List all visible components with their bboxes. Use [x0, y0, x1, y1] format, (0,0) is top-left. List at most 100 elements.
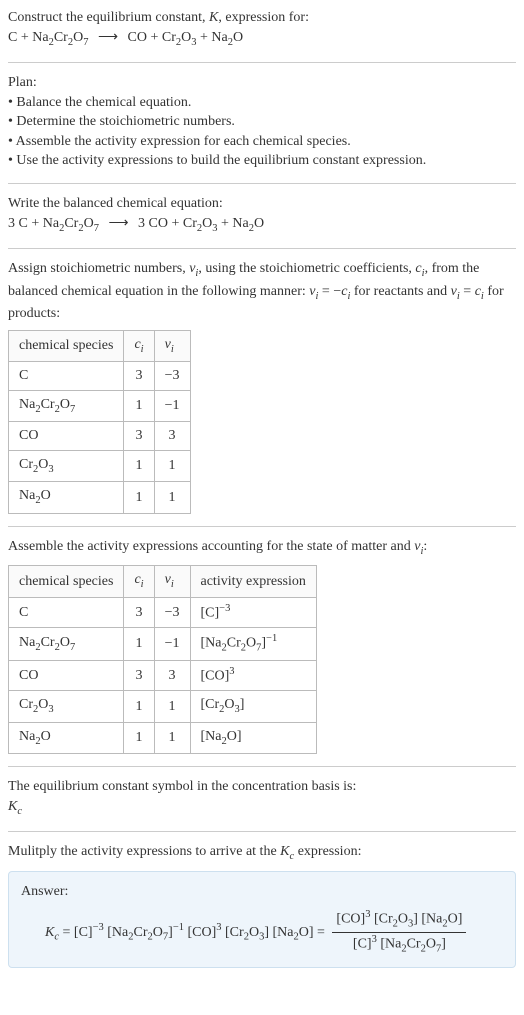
- t: O: [60, 635, 70, 650]
- intro-line: Construct the equilibrium constant, K, e…: [8, 8, 516, 28]
- cell-nui: 3: [154, 422, 190, 451]
- plan-bullet-4: • Use the activity expressions to build …: [8, 151, 516, 171]
- fraction: [CO]3 [Cr2O3] [Na2O] [C]3 [Na2Cr2O7]: [332, 908, 466, 957]
- cell-ci: 1: [124, 722, 154, 753]
- activity-section: Assemble the activity expressions accoun…: [8, 537, 516, 755]
- bal-lhs-a: 3 C + Na: [8, 216, 59, 231]
- arrow-icon: ⟶: [108, 216, 128, 231]
- cell-species: Na2Cr2O7: [9, 628, 124, 661]
- t: [C]: [74, 924, 93, 939]
- cell-species: Na2Cr2O7: [9, 390, 124, 421]
- stoich-p-a: Assign stoichiometric numbers,: [8, 261, 189, 276]
- cell-nui: 3: [154, 661, 190, 691]
- t: Na: [19, 729, 35, 744]
- sub-i: i: [141, 579, 144, 590]
- cell-ci: 3: [124, 362, 154, 391]
- t: O: [426, 936, 436, 951]
- kc-symbol-para: The equilibrium constant symbol in the c…: [8, 777, 516, 797]
- t: O: [246, 636, 256, 651]
- table-row: CO 3 3 [CO]3: [9, 661, 317, 691]
- fraction-numerator: [CO]3 [Cr2O3] [Na2O]: [332, 908, 466, 933]
- t: Cr: [41, 397, 55, 412]
- plan-bullet-3: • Assemble the activity expression for e…: [8, 132, 516, 152]
- eq-rhs-b: O: [181, 30, 191, 45]
- th-species: chemical species: [9, 330, 124, 361]
- t: [Cr: [370, 911, 392, 926]
- t: Cr: [227, 636, 241, 651]
- t: Cr: [19, 457, 33, 472]
- intro-section: Construct the equilibrium constant, K, e…: [8, 8, 516, 50]
- table-header-row: chemical species ci νi: [9, 330, 191, 361]
- eq-rhs-d: O: [233, 30, 243, 45]
- cell-species: CO: [9, 422, 124, 451]
- t: [Na: [269, 924, 294, 939]
- answer-label: Answer:: [21, 882, 503, 902]
- th-nui: νi: [154, 566, 190, 597]
- kc-symbol-section: The equilibrium constant symbol in the c…: [8, 777, 516, 819]
- bal-rhs-a: 3 CO + Cr: [138, 216, 197, 231]
- sub-3: 3: [48, 704, 53, 715]
- t: ]: [441, 936, 446, 951]
- divider: [8, 766, 516, 767]
- balanced-title: Write the balanced chemical equation:: [8, 194, 516, 214]
- table-row: Cr2O3 1 1: [9, 450, 191, 481]
- t: [Na: [201, 636, 222, 651]
- cell-nui: −1: [154, 390, 190, 421]
- t: [CO]: [184, 924, 216, 939]
- t: ] [Na: [413, 911, 442, 926]
- t: Na: [19, 488, 35, 503]
- bal-lhs-c: O: [84, 216, 94, 231]
- t: O]: [227, 729, 242, 744]
- sub-3: 3: [48, 464, 53, 475]
- answer-equation: Kc = [C]−3 [Na2Cr2O7]−1 [CO]3 [Cr2O3] [N…: [45, 908, 503, 957]
- t: [Na: [377, 936, 402, 951]
- cell-activity: [Na2O]: [190, 722, 316, 753]
- t: O]: [448, 911, 463, 926]
- cell-activity: [CO]3: [190, 661, 316, 691]
- cell-nui: −1: [154, 628, 190, 661]
- act-p-a: Assemble the activity expressions accoun…: [8, 539, 414, 554]
- t: O: [153, 924, 163, 939]
- t: [Cr: [222, 924, 244, 939]
- sub-c: c: [17, 806, 22, 817]
- multiply-para: Mulitply the activity expressions to arr…: [8, 842, 516, 864]
- sup: −3: [219, 603, 230, 614]
- divider: [8, 62, 516, 63]
- bal-lhs-b: Cr: [64, 216, 78, 231]
- cell-species: Cr2O3: [9, 450, 124, 481]
- cell-ci: 1: [124, 482, 154, 513]
- cell-species: C: [9, 597, 124, 627]
- cell-ci: 1: [124, 691, 154, 722]
- t: [C]: [353, 936, 372, 951]
- activity-para: Assemble the activity expressions accoun…: [8, 537, 516, 559]
- sub-7: 7: [94, 222, 99, 233]
- t: O: [249, 924, 259, 939]
- answer-box: Answer: Kc = [C]−3 [Na2Cr2O7]−1 [CO]3 [C…: [8, 871, 516, 968]
- eq-lhs-a: C + Na: [8, 30, 49, 45]
- sup: −1: [266, 633, 277, 644]
- cell-nui: 1: [154, 482, 190, 513]
- sub-i: i: [171, 343, 174, 354]
- stoich-para: Assign stoichiometric numbers, νi, using…: [8, 259, 516, 324]
- K: K: [8, 799, 17, 814]
- activity-table: chemical species ci νi activity expressi…: [8, 565, 317, 754]
- eq-lhs-b: Cr: [54, 30, 68, 45]
- table-row: Na2O 1 1 [Na2O]: [9, 722, 317, 753]
- intro-text-a: Construct the equilibrium constant,: [8, 10, 209, 25]
- t: O: [60, 397, 70, 412]
- table-row: Cr2O3 1 1 [Cr2O3]: [9, 691, 317, 722]
- cell-nui: 1: [154, 450, 190, 481]
- th-species: chemical species: [9, 566, 124, 597]
- t: [CO]: [201, 669, 230, 684]
- table-row: CO 3 3: [9, 422, 191, 451]
- t: [Na: [104, 924, 129, 939]
- divider: [8, 248, 516, 249]
- table-row: Na2O 1 1: [9, 482, 191, 513]
- act-p-b: :: [423, 539, 427, 554]
- plan-bullet-2: • Determine the stoichiometric numbers.: [8, 112, 516, 132]
- plan-bullet-1: • Balance the chemical equation.: [8, 93, 516, 113]
- th-ci: ci: [124, 330, 154, 361]
- mul-a: Mulitply the activity expressions to arr…: [8, 844, 280, 859]
- sup: 3: [229, 666, 234, 677]
- th-nui: νi: [154, 330, 190, 361]
